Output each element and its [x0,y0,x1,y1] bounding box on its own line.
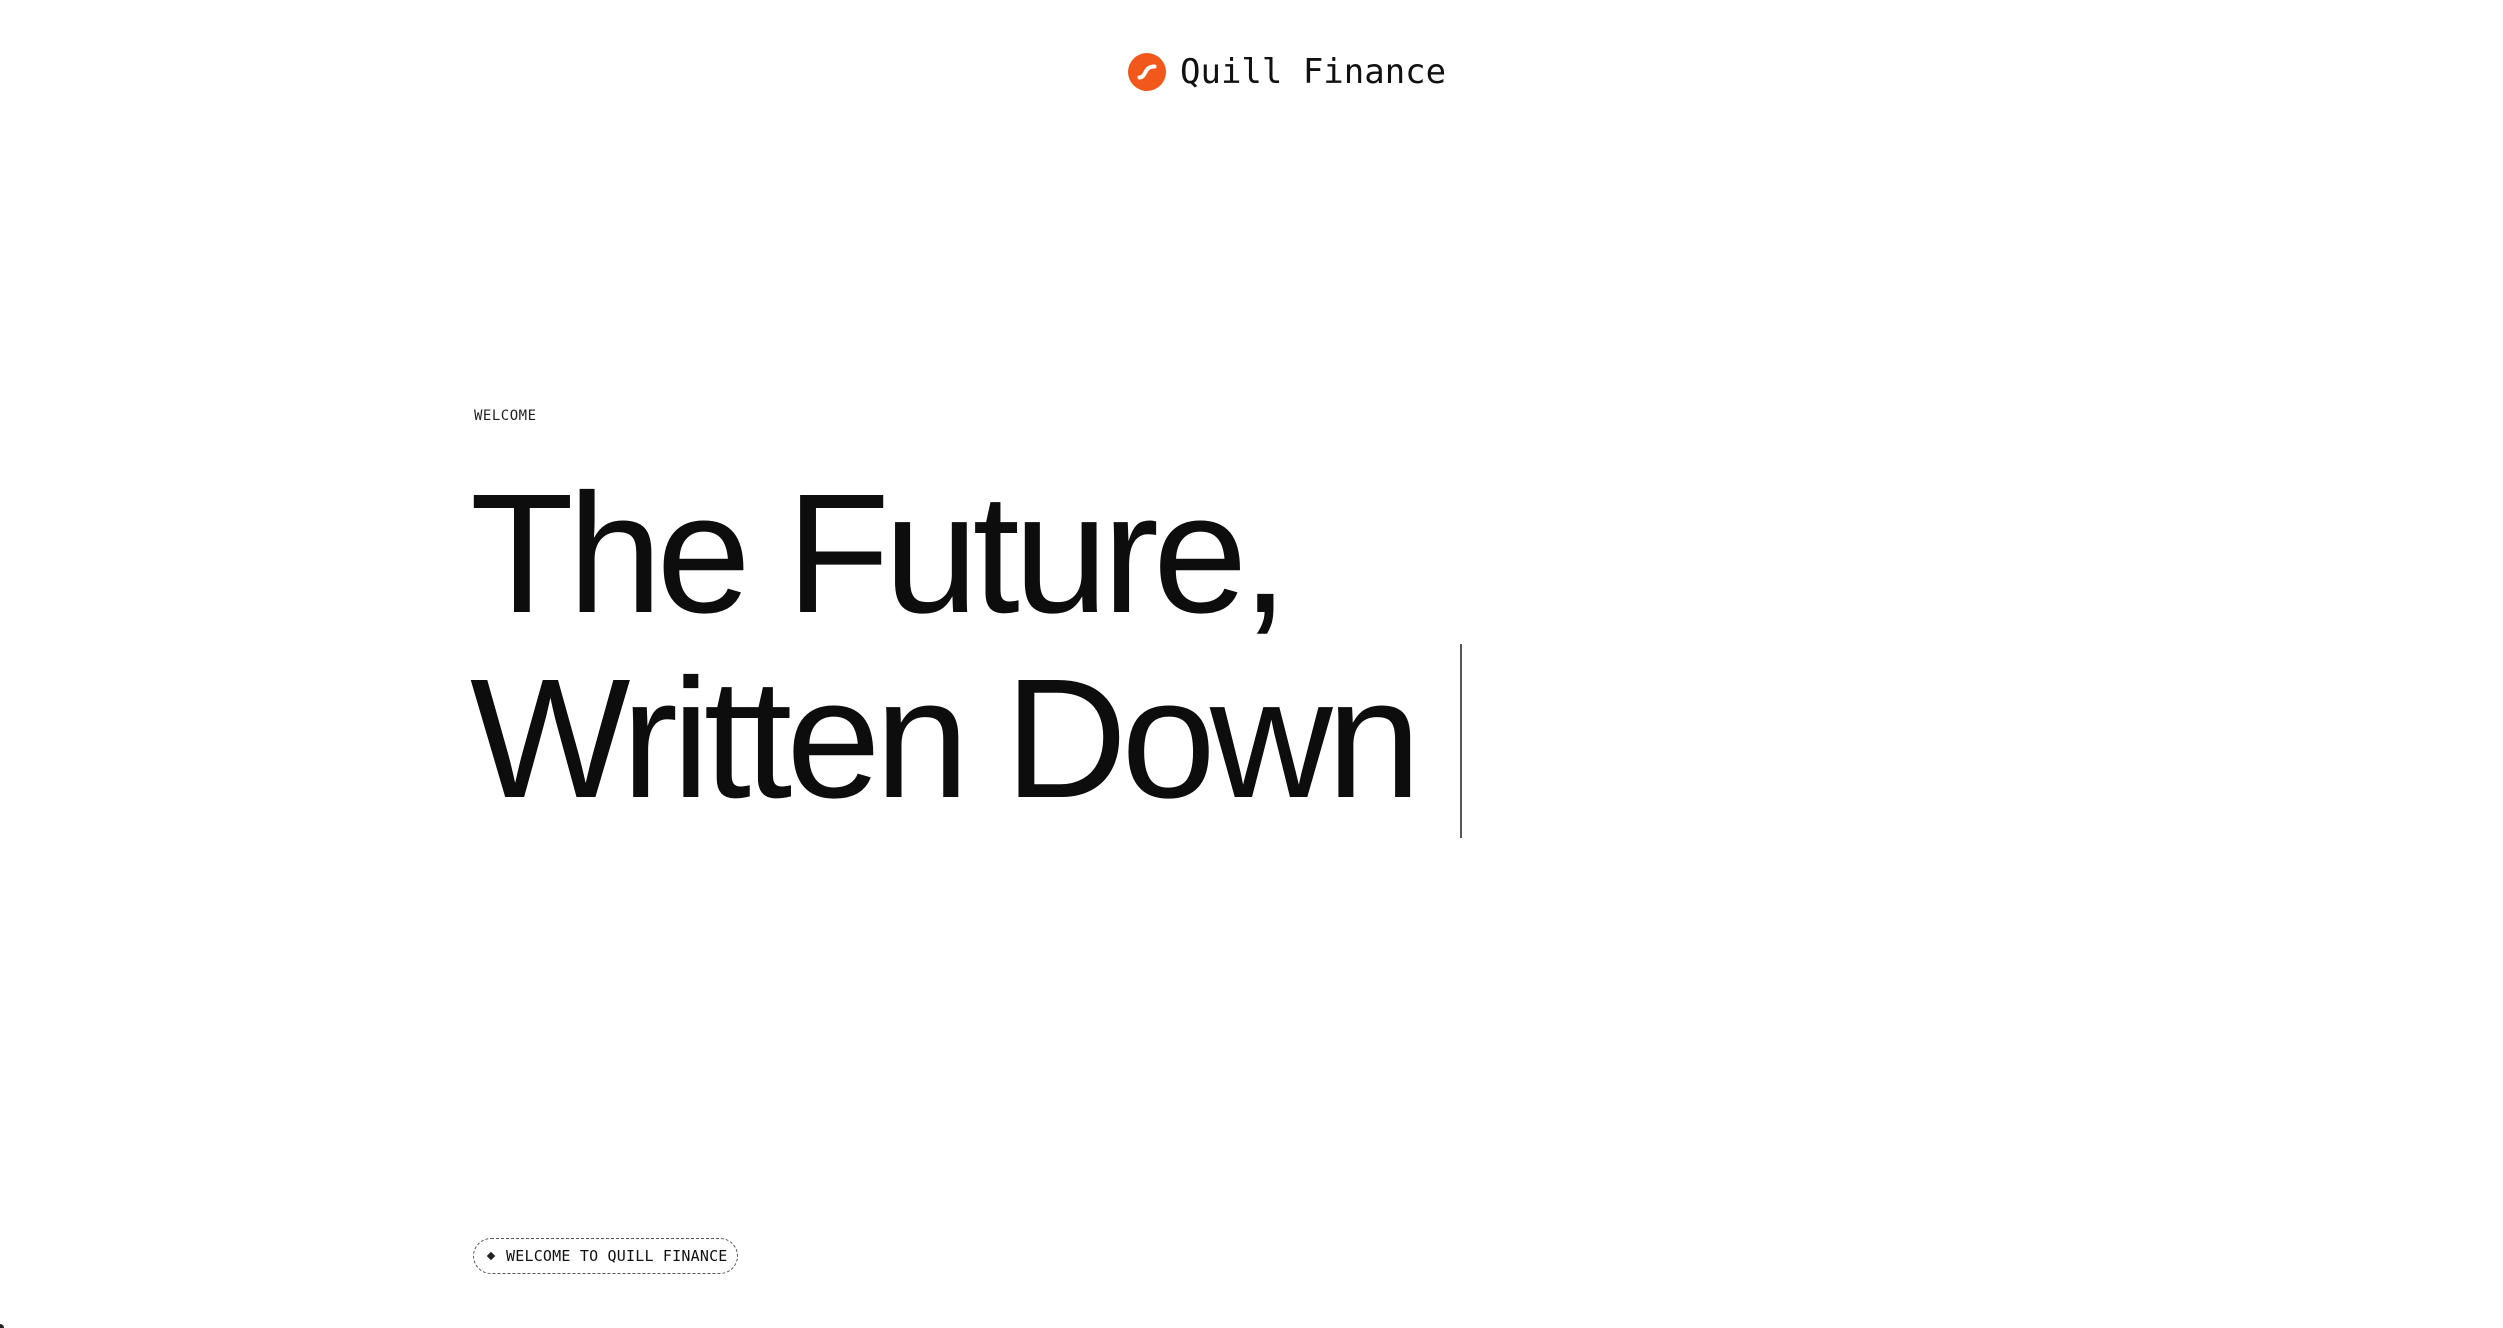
headline-line-1: The Future, [470,459,1289,649]
page: Quill Finance WELCOME The Future, Writte… [0,0,2503,1328]
corner-artifact [0,1324,4,1328]
eyebrow-label: WELCOME [474,408,537,424]
diamond-bullet-icon [486,1251,496,1261]
hero-headline: The Future, Written Down [470,459,1421,834]
brand-name: Quill Finance [1180,52,1447,92]
headline-line-2: Written Down [470,644,1421,834]
typing-caret [1460,644,1462,838]
brand-home-link[interactable]: Quill Finance [1128,52,1446,92]
welcome-pill[interactable]: WELCOME TO QUILL FINANCE [473,1238,738,1274]
quill-swoosh-icon [1128,53,1166,91]
welcome-pill-label: WELCOME TO QUILL FINANCE [506,1247,728,1265]
